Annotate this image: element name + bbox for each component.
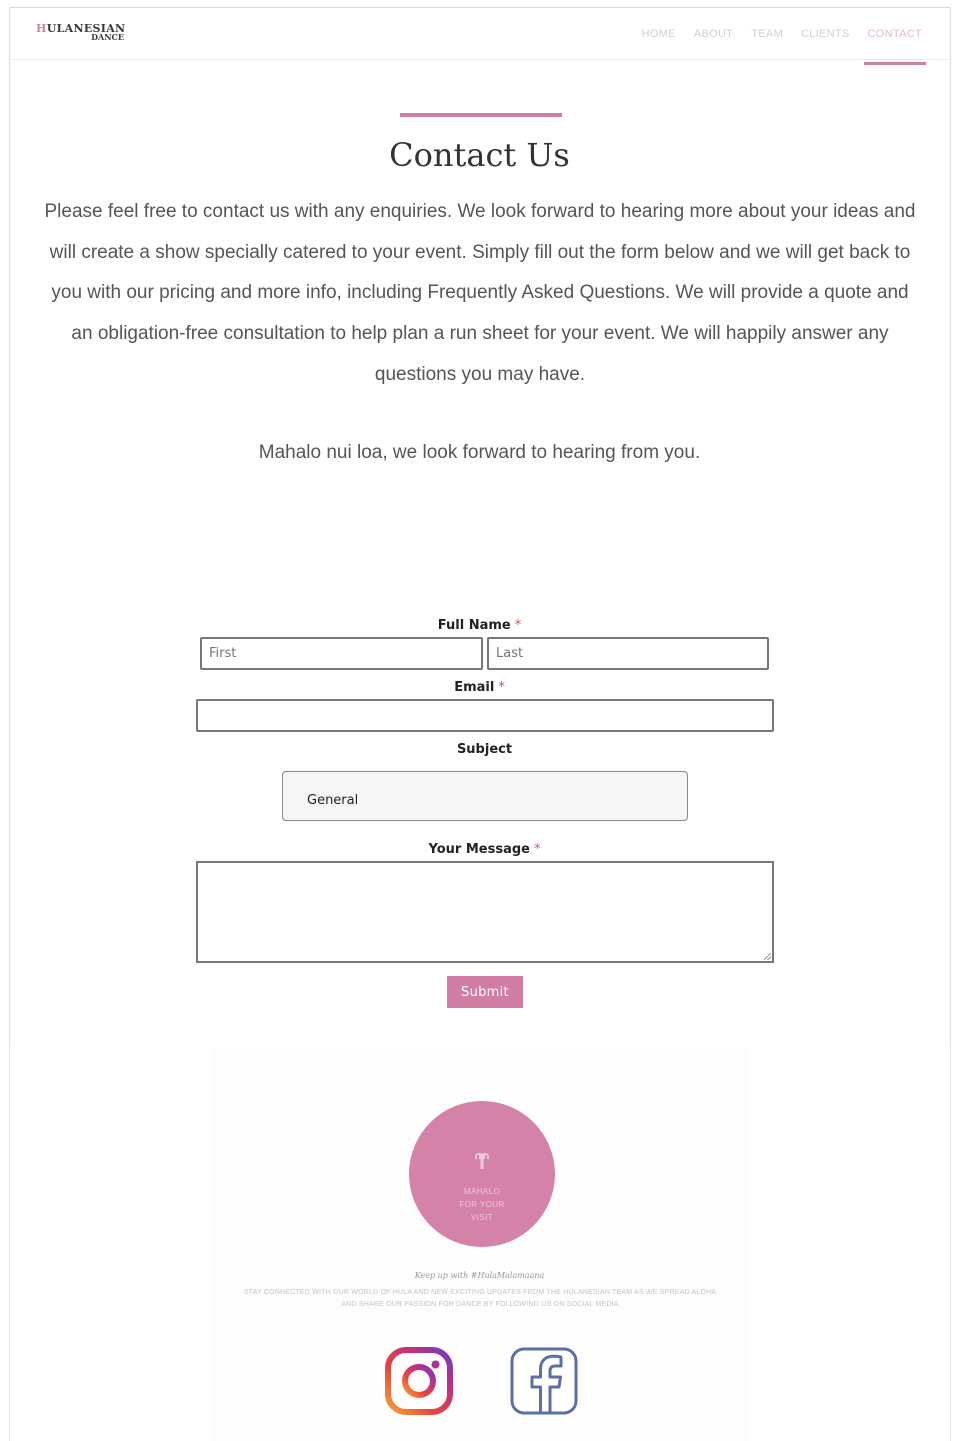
last-name-input[interactable] — [487, 637, 769, 670]
subject-label: Subject — [456, 742, 513, 757]
first-name-input[interactable] — [200, 637, 483, 670]
hand-icon — [475, 1153, 489, 1169]
nav-contact[interactable]: CONTACT — [863, 28, 927, 65]
message-label: Your Message * — [428, 842, 541, 857]
title-accent-bar — [400, 113, 562, 117]
required-mark: * — [498, 680, 505, 695]
subject-selected-value: General — [307, 793, 359, 808]
badge-text: MAHALO FOR YOUR VISIT — [459, 1187, 505, 1222]
nav-home[interactable]: HOME — [642, 28, 676, 60]
nav-team[interactable]: TEAM — [751, 28, 783, 60]
mahalo-badge: MAHALO FOR YOUR VISIT — [409, 1101, 555, 1247]
full-name-label: Full Name * — [437, 618, 522, 633]
facebook-icon[interactable] — [510, 1347, 578, 1415]
email-input[interactable] — [196, 699, 774, 732]
required-mark: * — [533, 842, 541, 857]
resize-handle-icon[interactable] — [764, 953, 771, 960]
mahalo-text: Mahalo nui loa, we look forward to heari… — [258, 442, 701, 463]
site-header: HULANESIAN DANCE HOME ABOUT TEAM CLIENTS… — [10, 8, 950, 65]
keep-up-text: Keep up with #HulaMalamaana — [414, 1271, 545, 1280]
stay-connected-text: STAY CONNECTED WITH OUR WORLD OF HULA AN… — [243, 1289, 717, 1308]
required-mark: * — [514, 618, 522, 633]
site-logo[interactable]: HULANESIAN DANCE — [36, 23, 126, 43]
email-label: Email * — [454, 680, 505, 695]
submit-button[interactable]: Submit — [447, 976, 523, 1008]
nav-clients[interactable]: CLIENTS — [801, 28, 850, 60]
intro-paragraph: Please feel free to contact us with any … — [44, 201, 916, 385]
instagram-icon[interactable] — [385, 1347, 453, 1415]
subject-select[interactable]: General — [282, 771, 688, 821]
nav-about[interactable]: ABOUT — [694, 28, 733, 60]
message-textarea[interactable] — [196, 861, 774, 963]
main-nav: HOME ABOUT TEAM CLIENTS CONTACT — [624, 28, 927, 65]
page-title: Contact Us — [389, 136, 570, 174]
